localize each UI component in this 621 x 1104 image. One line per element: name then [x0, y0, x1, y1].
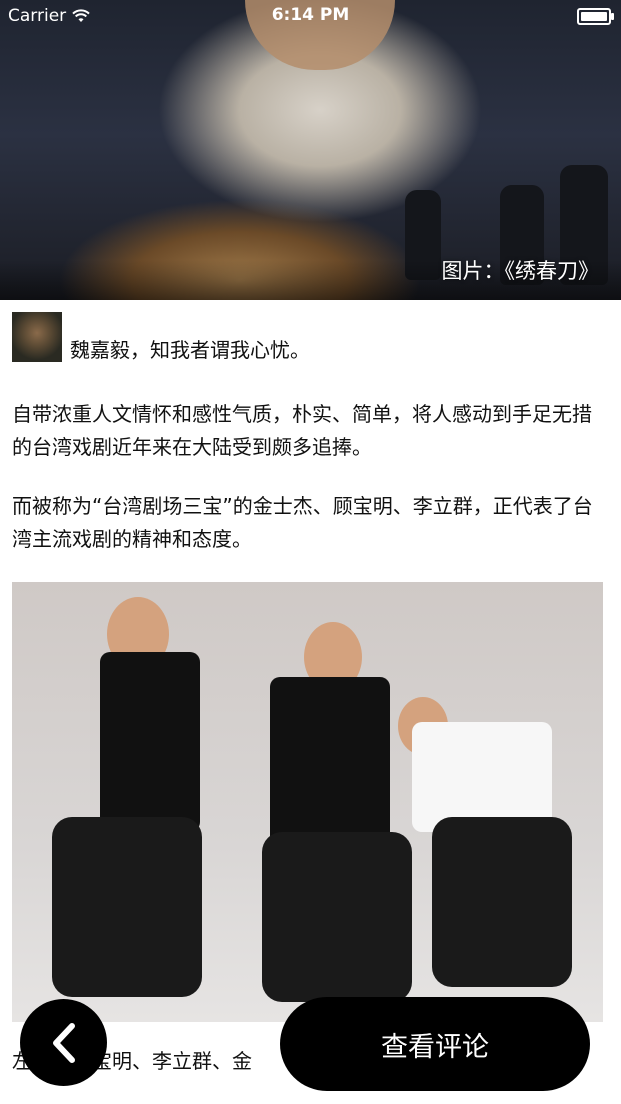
view-comments-label: 查看评论: [381, 1031, 489, 1063]
photo-person-legs: [262, 832, 412, 1002]
hero-caption: 图片：《绣春刀》: [441, 259, 600, 283]
author-row[interactable]: 魏嘉毅，知我者谓我心忧。: [12, 312, 310, 362]
photo-person-legs: [432, 817, 572, 987]
article-photo: [12, 582, 603, 1022]
hero-image: 图片：《绣春刀》: [0, 0, 621, 300]
battery-level: [581, 11, 607, 21]
photo-person-body: [100, 652, 200, 832]
article-paragraph-1: 自带浓重人文情怀和感性气质，朴实、简单，将人感动到手足无措的台湾戏剧近年来在大陆…: [12, 402, 592, 459]
author-name: 魏嘉毅，知我者谓我心忧。: [70, 338, 310, 362]
avatar[interactable]: [12, 312, 62, 362]
photo-person-body: [412, 722, 552, 832]
photo-person-body: [270, 677, 390, 847]
status-time: 6:14 PM: [271, 5, 350, 25]
battery-icon: [577, 7, 614, 25]
chevron-left-icon: [52, 1022, 75, 1063]
back-button[interactable]: [20, 999, 107, 1086]
status-bar: Carrier 6:14 PM: [0, 0, 621, 32]
view-comments-button[interactable]: 查看评论: [280, 997, 590, 1091]
article-paragraph-2: 而被称为“台湾剧场三宝”的金士杰、顾宝明、李立群，正代表了台湾主流戏剧的精神和态…: [12, 494, 593, 551]
photo-person-legs: [52, 817, 202, 997]
